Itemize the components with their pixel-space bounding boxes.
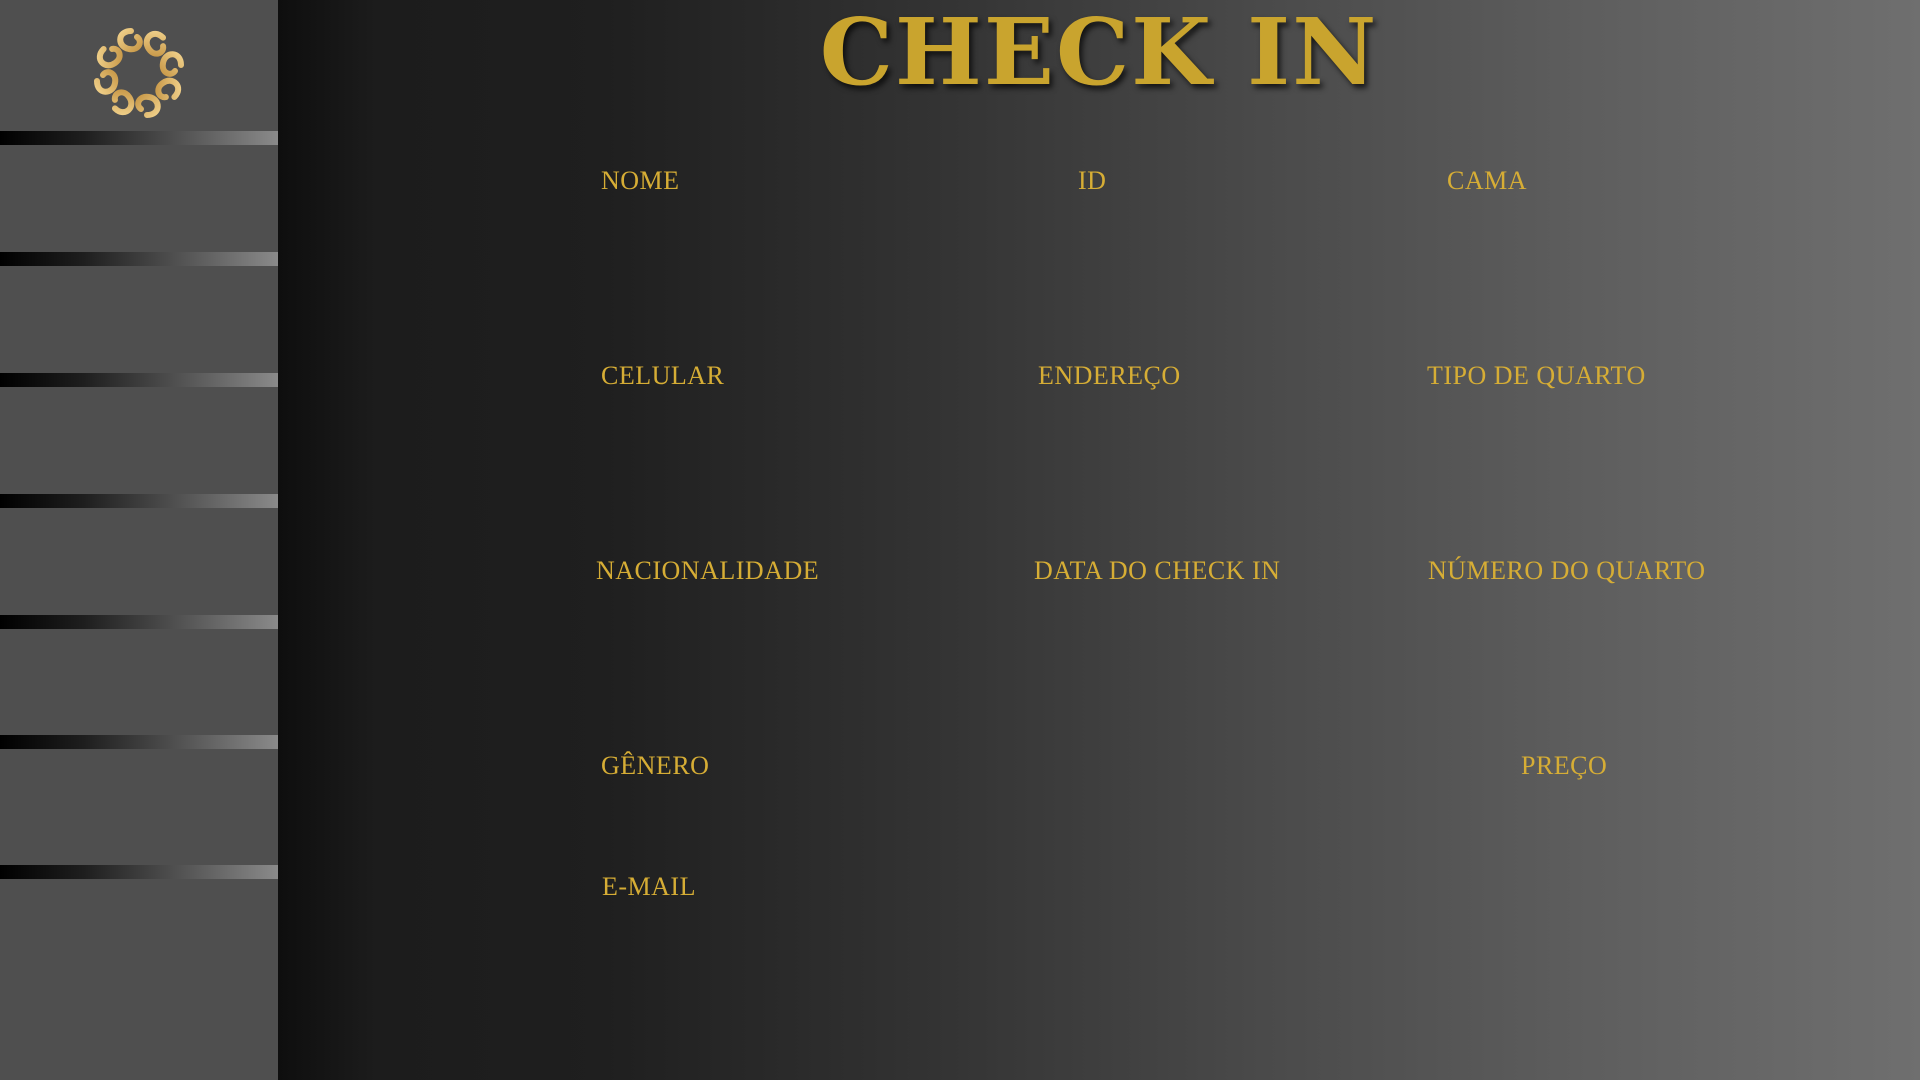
- sidebar-item-3[interactable]: [0, 387, 278, 494]
- tipo-quarto-select[interactable]: [1427, 401, 1771, 439]
- sidebar-item-1[interactable]: [0, 145, 278, 252]
- check-in-form: CHECK IN NOME ID CAMA CELULAR ENDEREÇO T…: [278, 0, 1920, 1080]
- check-in-window: CHECK IN NOME ID CAMA CELULAR ENDEREÇO T…: [0, 0, 1920, 1080]
- genero-select[interactable]: [601, 791, 965, 829]
- sidebar-item-6[interactable]: [0, 749, 278, 865]
- sidebar-divider: [0, 131, 278, 145]
- sidebar-divider: [0, 494, 278, 508]
- nome-input[interactable]: [601, 206, 965, 244]
- endereco-label: ENDEREÇO: [1038, 361, 1181, 390]
- sidebar-divider: [0, 615, 278, 629]
- nacionalidade-input[interactable]: [596, 596, 960, 634]
- email-label: E-MAIL: [602, 872, 696, 901]
- preco-input[interactable]: [1428, 791, 1772, 829]
- sidebar-divider: [0, 735, 278, 749]
- nacionalidade-label: NACIONALIDADE: [596, 556, 820, 585]
- sidebar-footer: [0, 879, 278, 1080]
- sidebar: [0, 0, 278, 1080]
- sidebar-divider: [0, 373, 278, 387]
- sidebar-item-4[interactable]: [0, 508, 278, 615]
- preco-label: PREÇO: [1521, 751, 1608, 780]
- numero-quarto-label: NÚMERO DO QUARTO: [1428, 556, 1706, 585]
- nome-label: NOME: [601, 166, 680, 195]
- ornamental-flower-icon: [94, 28, 184, 118]
- cama-label: CAMA: [1447, 166, 1528, 195]
- sidebar-item-2[interactable]: [0, 266, 278, 373]
- celular-input[interactable]: [601, 401, 965, 439]
- data-check-in-label: DATA DO CHECK IN: [1034, 556, 1281, 585]
- cama-input[interactable]: [1428, 206, 1732, 244]
- sidebar-divider: [0, 865, 278, 879]
- id-input[interactable]: [1048, 206, 1352, 244]
- logo: [0, 0, 278, 131]
- numero-quarto-select[interactable]: [1428, 596, 1772, 634]
- endereco-input[interactable]: [1038, 401, 1382, 439]
- genero-label: GÊNERO: [601, 751, 710, 780]
- sidebar-item-5[interactable]: [0, 629, 278, 735]
- id-label: ID: [1078, 166, 1107, 195]
- sidebar-divider: [0, 252, 278, 266]
- page-title: CHECK IN: [819, 0, 1379, 106]
- celular-label: CELULAR: [601, 361, 725, 390]
- email-input[interactable]: [602, 912, 966, 950]
- tipo-quarto-label: TIPO DE QUARTO: [1427, 361, 1646, 390]
- data-check-in-input[interactable]: [1034, 596, 1378, 634]
